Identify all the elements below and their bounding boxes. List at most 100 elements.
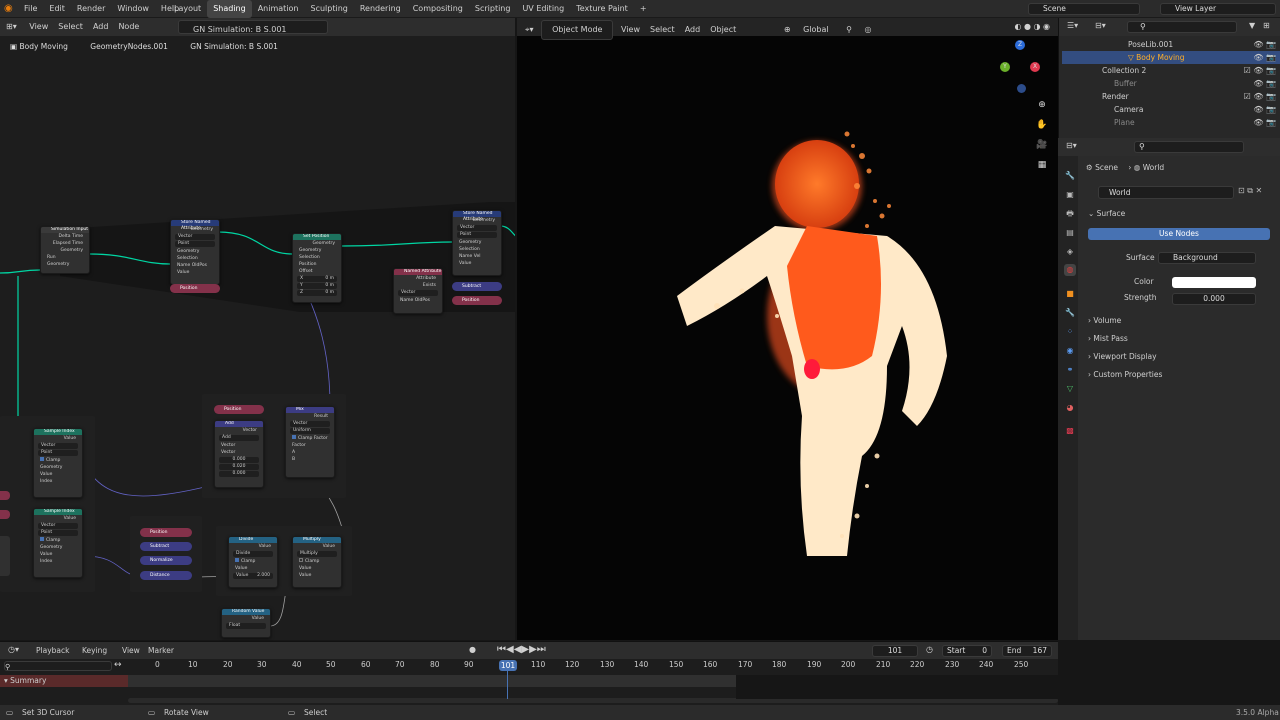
surface-panel-header[interactable]: ⌄ Surface <box>1088 207 1125 221</box>
node-menu-view[interactable]: View <box>24 18 53 36</box>
factor-mode-select[interactable]: Uniform <box>290 428 330 434</box>
name-value[interactable]: Vel <box>474 254 481 259</box>
grid-view-icon[interactable]: ▦ <box>1034 157 1050 173</box>
mist-pass-panel-header[interactable]: › Mist Pass <box>1088 332 1128 346</box>
start-frame-field[interactable]: Start 0 <box>942 645 992 657</box>
data-type-select[interactable]: Vector <box>38 443 78 449</box>
tab-rendering[interactable]: Rendering <box>354 0 407 18</box>
offset-y-field[interactable]: Y 0 m <box>297 283 337 289</box>
tab-texture-paint[interactable]: Texture Paint <box>570 0 634 18</box>
blender-logo-icon[interactable]: ◉ <box>4 3 16 15</box>
material-tab-icon[interactable]: ◕ <box>1064 402 1076 414</box>
tab-animation[interactable]: Animation <box>252 0 305 18</box>
data-type-select[interactable]: Vector <box>290 421 330 427</box>
visibility-toggles[interactable]: 👁 📷 👁 📷 ☑ 👁 📷 👁 📷 ☑ 👁 📷 👁 📷 👁 📷 <box>1236 38 1276 130</box>
normalize-node[interactable]: Normalize <box>140 556 192 565</box>
vector-x-field[interactable]: 0.000 <box>219 457 259 463</box>
domain-select[interactable]: Point <box>38 530 78 536</box>
tool-tab-icon[interactable]: 🔧 <box>1064 170 1076 182</box>
position-node[interactable]: Position <box>170 284 220 293</box>
playback-controls[interactable]: ⏮◀◀▶▶⏭ <box>497 644 546 655</box>
clamp-checkbox[interactable]: Clamp <box>34 457 82 464</box>
render-tab-icon[interactable]: ▣ <box>1064 189 1076 201</box>
clamp-checkbox[interactable]: Clamp <box>293 558 341 565</box>
menu-file[interactable]: File <box>18 0 43 18</box>
node-menu-add[interactable]: Add <box>88 18 114 36</box>
name-value[interactable]: OldPos <box>415 298 430 303</box>
editor-type-icon[interactable]: ☰▾ <box>1067 21 1078 30</box>
subtract-node[interactable]: Subtract <box>452 282 502 291</box>
operation-select[interactable]: Divide <box>233 551 273 557</box>
add-workspace-button[interactable]: + <box>634 0 653 18</box>
offset-x-field[interactable]: X 0 m <box>297 276 337 282</box>
divide-node[interactable]: Divide Value Divide Clamp Value Value 2.0… <box>228 536 278 588</box>
data-type-select[interactable]: Vector <box>175 234 215 240</box>
set-position-node[interactable]: Set Position Geometry Geometry Selection… <box>292 233 342 303</box>
vector-y-field[interactable]: 0.020 <box>219 464 259 470</box>
gizmo-neg-z[interactable] <box>1017 84 1026 93</box>
particles-tab-icon[interactable]: ⁘ <box>1064 326 1076 338</box>
node-tree-selector[interactable]: GN Simulation: B S.001 <box>178 20 328 34</box>
named-attribute-node[interactable]: Named Attribute Attribute Exists Vector … <box>393 268 443 314</box>
operation-select[interactable]: Multiply <box>297 551 337 557</box>
filter-icon[interactable]: ▼ <box>1249 21 1255 30</box>
data-tab-icon[interactable]: ▽ <box>1064 383 1076 395</box>
end-frame-field[interactable]: End 167 <box>1002 645 1052 657</box>
new-collection-icon[interactable]: ⊞ <box>1263 21 1270 30</box>
data-type-select[interactable]: Vector <box>38 523 78 529</box>
record-icon[interactable]: ● <box>469 645 476 654</box>
store-named-attribute-node[interactable]: Store Named Attribute Geometry Vector Po… <box>170 219 220 285</box>
mix-node[interactable]: Mix Result Vector Uniform Clamp Factor F… <box>285 406 335 478</box>
world-actions[interactable]: ⊡ ⧉ ✕ <box>1238 186 1274 199</box>
clamp-checkbox[interactable]: Clamp <box>34 537 82 544</box>
view-layer-selector[interactable]: View Layer <box>1160 3 1276 15</box>
constraints-tab-icon[interactable]: ⚭ <box>1064 364 1076 376</box>
shading-mode-icons[interactable]: ◐ ● ◑ ◉ <box>1009 18 1058 36</box>
editor-type-icon[interactable]: ⊟▾ <box>1066 141 1077 150</box>
domain-select[interactable]: Point <box>457 232 497 238</box>
gizmo-z-axis[interactable]: Z <box>1015 40 1025 50</box>
vector-z-field[interactable]: 0.000 <box>219 471 259 477</box>
use-nodes-button[interactable]: Use Nodes <box>1088 228 1270 240</box>
editor-type-icon[interactable]: ◷▾ <box>8 645 19 654</box>
current-frame-field[interactable]: 101 <box>872 645 918 657</box>
distance-node[interactable]: Distance <box>140 571 192 580</box>
menu-edit[interactable]: Edit <box>43 0 71 18</box>
viewport-display-panel-header[interactable]: › Viewport Display <box>1088 350 1157 364</box>
position-node-2[interactable]: Position <box>452 296 502 305</box>
node-menu-select[interactable]: Select <box>53 18 88 36</box>
data-type-select[interactable]: Vector <box>398 290 438 296</box>
volume-panel-header[interactable]: › Volume <box>1088 314 1121 328</box>
domain-select[interactable]: Point <box>175 241 215 247</box>
view-layer-tab-icon[interactable]: ▤ <box>1064 227 1076 239</box>
menu-render[interactable]: Render <box>71 0 111 18</box>
texture-tab-icon[interactable]: ▩ <box>1064 425 1076 437</box>
offscreen-node-3[interactable] <box>0 536 10 576</box>
node-editor-canvas[interactable]: ▣ Body Moving GeometryNodes.001 GN Simul… <box>0 36 515 640</box>
summary-channel[interactable]: ▾ Summary <box>0 675 128 687</box>
color-swatch[interactable] <box>1172 277 1256 288</box>
clamp-checkbox[interactable]: Clamp <box>229 558 277 565</box>
editor-type-icon[interactable]: ⊞▾ <box>0 18 22 36</box>
offscreen-node[interactable] <box>0 491 10 500</box>
physics-tab-icon[interactable]: ◉ <box>1064 345 1076 357</box>
clamp-factor-checkbox[interactable]: Clamp Factor <box>286 435 334 442</box>
playhead-label[interactable]: 101 <box>499 660 517 671</box>
properties-search[interactable]: ⚲ <box>1134 141 1244 153</box>
operation-select[interactable]: Add <box>219 435 259 441</box>
swap-icon[interactable]: ↔ <box>114 660 122 670</box>
modifier-tab-icon[interactable]: 🔧 <box>1064 307 1076 319</box>
value-field[interactable]: Value 2.000 <box>233 573 273 579</box>
offset-z-field[interactable]: Z 0 m <box>297 290 337 296</box>
sample-index-node-2[interactable]: Sample Index Value Vector Point Clamp Ge… <box>33 508 83 578</box>
data-type-select[interactable]: Float <box>226 623 266 629</box>
data-type-select[interactable]: Vector <box>457 225 497 231</box>
output-tab-icon[interactable]: 🖶 <box>1064 208 1076 220</box>
pan-hand-icon[interactable]: ✋ <box>1034 117 1050 133</box>
tab-layout[interactable]: Layout <box>168 0 207 18</box>
navigation-gizmo[interactable]: Z Y X <box>1000 40 1050 100</box>
menu-window[interactable]: Window <box>111 0 155 18</box>
tab-compositing[interactable]: Compositing <box>407 0 469 18</box>
scene-selector[interactable]: Scene <box>1028 3 1140 15</box>
position-node-4[interactable]: Position <box>140 528 192 537</box>
